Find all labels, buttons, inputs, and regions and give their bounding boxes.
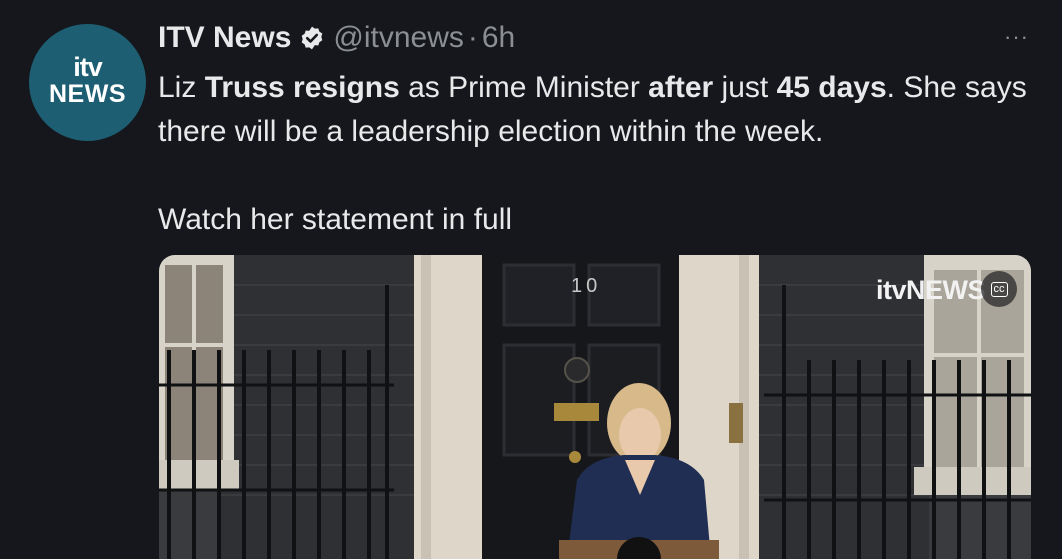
separator-dot: ·: [467, 21, 478, 54]
avatar[interactable]: itv NEWS: [29, 24, 146, 141]
avatar-logo-itv: itv: [73, 51, 102, 82]
tweet-header: ITV News @itvnews · 6h: [158, 18, 515, 58]
text-bold-segment: after: [648, 71, 714, 104]
timestamp[interactable]: 6h: [482, 21, 515, 55]
text-bold-segment: Truss resigns: [204, 71, 400, 104]
display-name[interactable]: ITV News: [158, 21, 291, 55]
text-segment: just: [713, 71, 777, 104]
tweet-text: Liz Truss resigns as Prime Minister afte…: [158, 66, 1038, 242]
text-segment: Liz: [158, 71, 205, 104]
handle[interactable]: @itvnews: [333, 21, 464, 55]
text-bold-segment: 45 days: [776, 71, 887, 104]
cc-icon: cc: [990, 281, 1008, 297]
avatar-logo-news: NEWS: [49, 79, 126, 108]
more-options-icon[interactable]: ···: [1004, 24, 1029, 50]
text-paragraph-2: Watch her statement in full: [158, 203, 513, 236]
verified-badge-icon: [302, 26, 323, 50]
video-media[interactable]: 10 itvNEWS cc: [159, 255, 1031, 559]
itv-news-watermark: itvNEWS: [875, 275, 986, 305]
closed-captions-button[interactable]: cc: [981, 271, 1017, 307]
door-number: 10: [571, 275, 602, 297]
text-segment: as Prime Minister: [399, 71, 649, 104]
